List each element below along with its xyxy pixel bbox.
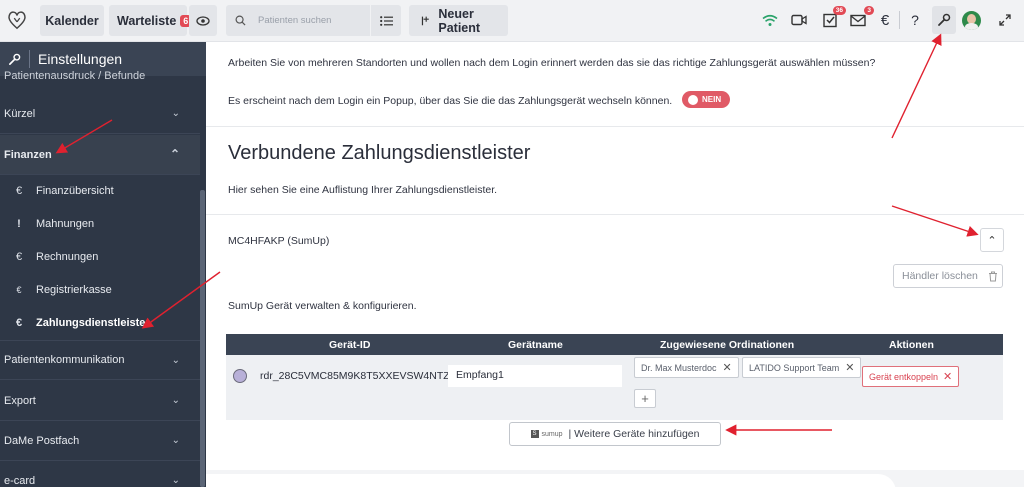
app-logo-icon[interactable] [6, 9, 28, 31]
calendar-button[interactable]: Kalender [40, 5, 104, 36]
column-header-ordinations: Zugewiesene Ordinationen [660, 339, 795, 351]
add-devices-button[interactable]: Ssumup | Weitere Geräte hinzufügen [509, 422, 721, 446]
video-call-icon[interactable] [790, 11, 808, 29]
search-icon [235, 15, 246, 26]
chevron-down-icon: ⌄ [171, 108, 180, 119]
main-content: Arbeiten Sie von mehreren Standorten und… [206, 42, 1024, 487]
toolbar-divider [899, 11, 900, 29]
add-person-icon [421, 16, 429, 26]
table-header: Gerät-ID Gerätname Zugewiesene Ordinatio… [226, 334, 1003, 355]
settings-wrench-button[interactable] [932, 6, 956, 34]
sidebar-item-registrierkasse[interactable]: € Registrierkasse [0, 273, 200, 306]
help-icon[interactable]: ? [906, 11, 924, 29]
chevron-down-icon: ⌄ [171, 475, 180, 486]
divider [206, 126, 1024, 127]
sidebar-section-finanzen[interactable]: Finanzen ⌃ [0, 135, 200, 175]
popup-info-text: Es erscheint nach dem Login ein Popup, ü… [228, 95, 673, 107]
tasks-icon[interactable]: 36 [821, 6, 846, 29]
sidebar-section-export[interactable]: Export ⌄ [0, 381, 200, 421]
add-ordination-button[interactable]: + [634, 389, 656, 408]
wrench-icon [9, 53, 21, 65]
chevron-down-icon: ⌄ [171, 395, 180, 406]
column-header-actions: Aktionen [889, 339, 934, 351]
sidebar-item-rechnungen[interactable]: € Rechnungen [0, 240, 200, 273]
unlink-device-button[interactable]: Gerät entkoppeln ✕ [862, 366, 960, 387]
exclamation-icon: ! [17, 217, 21, 230]
device-table: Gerät-ID Gerätname Zugewiesene Ordinatio… [226, 334, 1003, 420]
tasks-count-badge: 36 [832, 6, 846, 15]
euro-icon: € [15, 316, 23, 329]
page-heading: Verbundene Zahlungsdienstleister [228, 142, 531, 164]
sumup-logo: Ssumup [530, 430, 563, 438]
trash-icon [988, 271, 997, 281]
wrench-icon [938, 13, 951, 26]
next-card [206, 474, 896, 487]
chevron-up-icon: ⌃ [987, 234, 997, 247]
divider [206, 214, 1024, 215]
new-patient-button[interactable]: Neuer Patient [409, 5, 508, 36]
waitlist-button[interactable]: Warteliste 6 [109, 5, 192, 36]
list-icon [379, 15, 393, 26]
device-select-radio[interactable] [233, 369, 247, 383]
chevron-up-icon: ⌃ [169, 147, 180, 161]
column-header-device-name: Gerätname [508, 339, 563, 351]
settings-sidebar: Einstellungen Patientenausdruck / Befund… [0, 42, 206, 487]
sidebar-section-e-card[interactable]: e-card ⌄ [0, 461, 200, 487]
eye-icon [196, 15, 210, 26]
euro-icon[interactable]: € [876, 11, 894, 29]
device-name-input[interactable]: Empfang1 [448, 365, 622, 387]
messages-count-badge: 3 [864, 6, 874, 15]
patient-search-input[interactable]: Patienten suchen [226, 5, 370, 36]
device-id: rdr_28C5VMC85M9K8T5XXEVSW4NTZ [260, 370, 450, 382]
provider-name: MC4HFAKP (SumUp) [228, 235, 330, 247]
payment-settings-card: Arbeiten Sie von mehreren Standorten und… [206, 42, 1024, 470]
user-avatar[interactable] [962, 11, 981, 30]
remove-chip-icon[interactable]: ✕ [845, 361, 854, 374]
eye-button[interactable] [189, 5, 217, 36]
ordination-chip: LATIDO Support Team ✕ [742, 357, 862, 378]
delete-merchant-button[interactable]: Händler löschen [893, 264, 1003, 288]
top-bar: Kalender Warteliste 6 Patienten suchen N… [0, 0, 1024, 42]
register-icon: € [16, 284, 22, 295]
column-header-device-id: Gerät-ID [329, 339, 371, 351]
providers-subtext: Hier sehen Sie eine Auflistung Ihrer Zah… [228, 184, 498, 196]
sidebar-item-patient-printout[interactable]: Patientenausdruck / Befunde [4, 70, 145, 82]
multi-location-text: Arbeiten Sie von mehreren Standorten und… [228, 57, 876, 69]
fullscreen-icon[interactable] [996, 11, 1014, 29]
sidebar-section-kuerzel[interactable]: Kürzel ⌄ [0, 94, 200, 134]
sidebar-section-patientenkommunikation[interactable]: Patientenkommunikation ⌄ [0, 340, 200, 380]
wifi-status-icon[interactable] [761, 11, 779, 29]
ordination-chip: Dr. Max Musterdoc ✕ [634, 357, 739, 378]
chevron-down-icon: ⌄ [171, 435, 180, 446]
chevron-down-icon: ⌄ [171, 354, 180, 366]
euro-icon: € [15, 250, 23, 263]
sidebar-item-mahnungen[interactable]: ! Mahnungen [0, 207, 200, 240]
messages-icon[interactable]: 3 [849, 6, 874, 29]
sidebar-section-dame-postfach[interactable]: DaMe Postfach ⌄ [0, 421, 200, 461]
close-icon: ✕ [943, 371, 953, 383]
location-popup-toggle[interactable]: NEIN [682, 91, 730, 108]
patient-list-button[interactable] [371, 5, 401, 36]
sidebar-item-zahlungsdienstleister[interactable]: € Zahlungsdienstleister [0, 306, 200, 339]
remove-chip-icon[interactable]: ✕ [723, 361, 732, 374]
sidebar-title: Einstellungen [38, 51, 123, 67]
sidebar-item-finanzuebersicht[interactable]: € Finanzübersicht [0, 174, 200, 207]
sidebar-scrollbar[interactable] [200, 190, 205, 487]
coin-icon: € [15, 184, 23, 197]
collapse-provider-button[interactable]: ⌃ [980, 228, 1004, 252]
manage-device-text: SumUp Gerät verwalten & konfigurieren. [228, 300, 417, 312]
